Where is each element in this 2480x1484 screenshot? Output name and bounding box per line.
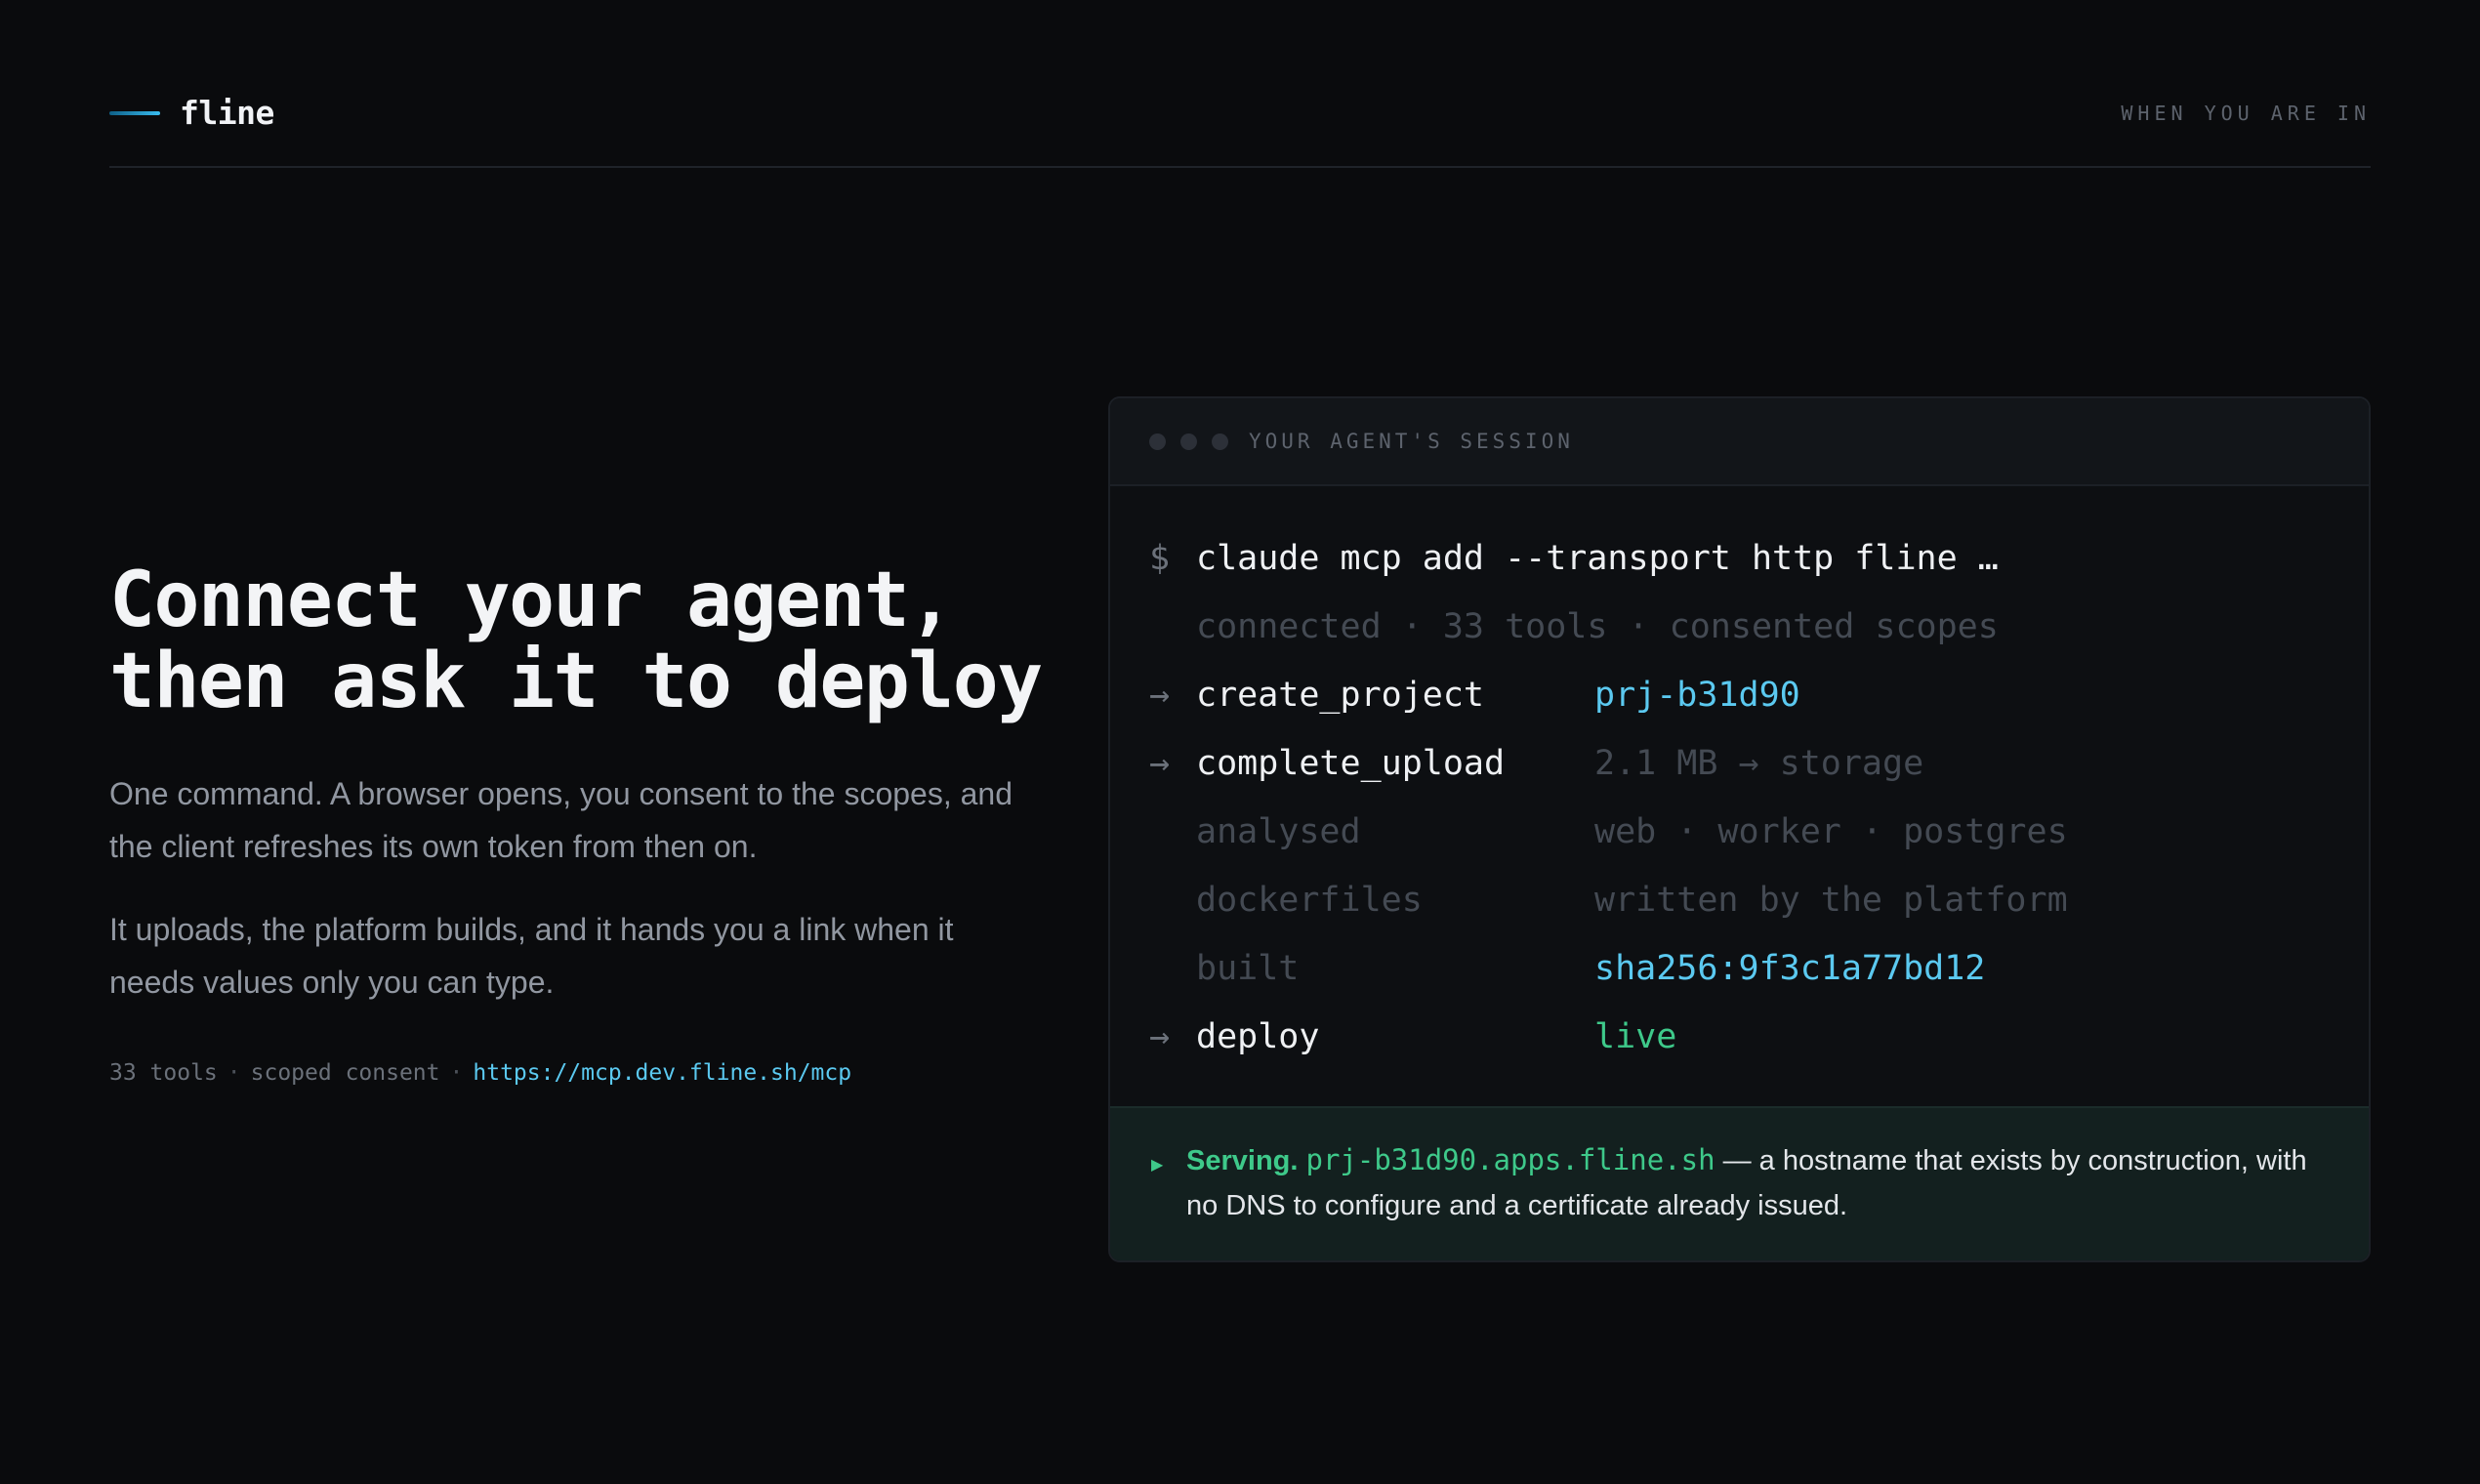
detail-paragraph: It uploads, the platform builds, and it … xyxy=(109,912,954,1000)
status-line: connected · 33 tools · consented scopes xyxy=(1149,598,1999,656)
window-dot-icon xyxy=(1149,433,1166,450)
session-row: analysed web · worker · postgres xyxy=(1149,803,2068,861)
row-value: 2.1 MB → storage xyxy=(1594,744,1924,783)
session-titlebar: YOUR AGENT'S SESSION xyxy=(1110,398,2369,486)
row-value: web · worker · postgres xyxy=(1594,812,2068,851)
meta-line: 33 tools · scoped consent · https://mcp.dev.… xyxy=(109,1060,851,1086)
logo-mark-icon xyxy=(109,110,160,115)
row-value: prj-b31d90 xyxy=(1594,676,1800,715)
page-title-line-1: Connect your agent, xyxy=(109,556,954,644)
row-value: sha256:9f3c1a77bd12 xyxy=(1594,949,1986,988)
arrow-icon: → xyxy=(1149,1017,1171,1056)
session-row: dockerfiles written by the platform xyxy=(1149,871,2068,929)
row-key: built xyxy=(1196,949,1300,988)
row-value: live xyxy=(1594,1017,1677,1056)
meta-separator: · xyxy=(227,1060,241,1086)
row-key: dockerfiles xyxy=(1196,881,1423,920)
serving-banner: ▶ Serving. prj-b31d90.apps.fline.sh — a … xyxy=(1110,1106,2369,1260)
session-row: → complete_upload 2.1 MB → storage xyxy=(1149,734,1923,793)
meta-separator: · xyxy=(449,1060,464,1086)
window-dot-icon xyxy=(1212,433,1228,450)
meta-tools: 33 tools xyxy=(109,1060,218,1086)
session-label: YOUR AGENT'S SESSION xyxy=(1249,430,1574,453)
brand-name: fline xyxy=(180,94,274,132)
command-text: claude mcp add --transport http fline … xyxy=(1196,539,1999,578)
page-title-line-2: then ask it to deploy xyxy=(109,638,1043,725)
row-key: deploy xyxy=(1196,1017,1320,1056)
intro-paragraph: One command. A browser opens, you consen… xyxy=(109,776,1013,864)
session-row: built sha256:9f3c1a77bd12 xyxy=(1149,939,1985,998)
serving-lead: Serving. xyxy=(1186,1145,1299,1176)
prompt-icon: $ xyxy=(1149,539,1171,578)
page-title: Connect your agent, then ask it to deplo… xyxy=(109,560,1086,722)
row-key: analysed xyxy=(1196,812,1361,851)
window-dot-icon xyxy=(1180,433,1197,450)
header-tagline: WHEN YOU ARE IN xyxy=(2121,102,2371,125)
agent-session-card: YOUR AGENT'S SESSION $ claude mcp add --… xyxy=(1108,396,2371,1262)
arrow-icon: → xyxy=(1149,676,1171,715)
meta-consent: scoped consent xyxy=(250,1060,440,1086)
triangle-right-icon: ▶ xyxy=(1151,1157,1164,1174)
session-row: → deploy live xyxy=(1149,1008,1676,1066)
row-key: create_project xyxy=(1196,676,1485,715)
command-line: $ claude mcp add --transport http fline … xyxy=(1149,529,1999,588)
serving-hostname[interactable]: prj-b31d90.apps.fline.sh xyxy=(1306,1143,1715,1176)
status-text: connected · 33 tools · consented scopes xyxy=(1196,607,1999,646)
arrow-icon: → xyxy=(1149,744,1171,783)
brand-logo[interactable]: fline xyxy=(109,94,274,132)
serving-message: Serving. prj-b31d90.apps.fline.sh — a ho… xyxy=(1186,1137,2343,1228)
session-row: → create_project prj-b31d90 xyxy=(1149,666,1800,724)
row-value: written by the platform xyxy=(1594,881,2068,920)
mcp-url-link[interactable]: https://mcp.dev.fline.sh/mcp xyxy=(473,1060,851,1086)
row-key: complete_upload xyxy=(1196,744,1506,783)
site-header: fline WHEN YOU ARE IN xyxy=(109,74,2371,168)
